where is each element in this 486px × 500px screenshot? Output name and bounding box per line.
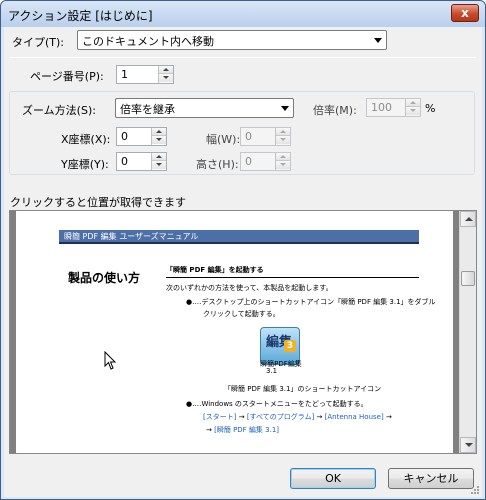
mouse-pointer-icon	[104, 351, 117, 370]
doc-title: 製品の使い方	[68, 271, 141, 285]
scale-label: 倍率(M):	[313, 104, 357, 117]
y-coord-label: Y座標(Y):	[61, 158, 109, 171]
chevron-down-icon	[281, 106, 289, 111]
doc-bullet-1: ●‥‥デスクトップ上のショートカットアイコン「瞬簡 PDF 編集 3.1」をダブ…	[186, 298, 436, 306]
page-number-stepper[interactable]: 1	[116, 65, 174, 84]
doc-section-title: 「瞬簡 PDF 編集」を起動する	[166, 266, 264, 274]
scale-stepper: 100	[366, 98, 421, 117]
type-select-value: このドキュメント内へ移動	[82, 35, 214, 48]
doc-path-line-1: [スタート] → [すべてのプログラム] → [Antenna House] →	[203, 412, 392, 422]
x-coord-value: 0	[121, 130, 128, 143]
page-number-label: ページ番号(P):	[30, 70, 104, 83]
width-value: 0	[245, 130, 252, 143]
window-title: アクション設定 [はじめに]	[8, 9, 153, 23]
stepper-buttons	[275, 128, 290, 145]
path-antenna-house: [Antenna House]	[324, 413, 384, 421]
doc-rule	[166, 277, 419, 278]
stepper-buttons	[151, 128, 166, 145]
path-arrow: →	[316, 413, 323, 421]
doc-bullet-2: ●‥‥Windows のスタートメニューをたどって起動する。	[186, 400, 368, 408]
doc-icon-note: 「瞬簡 PDF 編集 3.1」のショートカットアイコン	[224, 385, 382, 393]
scroll-up-button[interactable]	[460, 211, 476, 227]
increment-button	[276, 153, 290, 161]
decrement-button[interactable]	[152, 136, 166, 144]
cancel-button[interactable]: キャンセル	[388, 468, 474, 489]
increment-button[interactable]	[159, 66, 173, 74]
scroll-down-button[interactable]	[460, 437, 476, 453]
path-app: [瞬簡 PDF 編集 3.1]	[214, 426, 280, 434]
chevron-down-icon	[374, 38, 382, 43]
scale-value: 100	[371, 101, 392, 114]
path-start: [スタート]	[203, 413, 237, 421]
x-coord-stepper[interactable]: 0	[116, 127, 167, 146]
stepper-buttons	[158, 66, 173, 83]
app-icon-badge: 3	[284, 340, 296, 352]
scale-unit: %	[425, 102, 436, 115]
zoom-method-label: ズーム方法(S):	[22, 104, 96, 117]
y-coord-stepper[interactable]: 0	[116, 152, 167, 171]
action-settings-dialog: アクション設定 [はじめに] x タイプ(T): このドキュメント内へ移動 ペー…	[0, 0, 486, 500]
scroll-thumb[interactable]	[461, 271, 475, 286]
decrement-button[interactable]	[152, 161, 166, 169]
preview-page[interactable]: 瞬簡 PDF 編集 ユーザーズマニュアル 製品の使い方 「瞬簡 PDF 編集」を…	[16, 211, 453, 453]
page-number-value: 1	[121, 68, 128, 81]
width-label: 幅(W):	[206, 133, 241, 146]
doc-bullet-1-cont: クリックして起動する。	[203, 310, 280, 318]
type-label: タイプ(T):	[12, 36, 65, 49]
decrement-button	[406, 107, 420, 115]
increment-button	[406, 99, 420, 107]
decrement-button	[276, 136, 290, 144]
title-bar[interactable]: アクション設定 [はじめに] x	[1, 1, 485, 27]
width-stepper: 0	[240, 127, 291, 146]
path-arrow: →	[206, 426, 212, 434]
ok-button[interactable]: OK	[290, 468, 376, 489]
height-label: 高さ(H):	[196, 158, 239, 171]
close-button[interactable]: x	[451, 4, 479, 22]
height-value: 0	[245, 155, 252, 168]
preview-label: クリックすると位置が取得できます	[10, 196, 186, 209]
increment-button	[276, 128, 290, 136]
preview-scrollbar[interactable]	[459, 211, 476, 453]
stepper-buttons	[151, 153, 166, 170]
resize-grip-icon[interactable]	[469, 484, 480, 495]
dialog-body: タイプ(T): このドキュメント内へ移動 ページ番号(P): 1 ズーム方法(S…	[4, 27, 482, 497]
doc-header: 瞬簡 PDF 編集 ユーザーズマニュアル	[59, 230, 419, 244]
app-icon-version: 3.1	[266, 367, 278, 375]
app-icon-caption: 瞬簡PDF編集	[260, 360, 302, 368]
decrement-button	[276, 161, 290, 169]
increment-button[interactable]	[152, 128, 166, 136]
path-arrow: →	[238, 413, 245, 421]
height-stepper: 0	[240, 152, 291, 171]
zoom-method-value: 倍率を継承	[120, 103, 175, 116]
y-coord-value: 0	[121, 155, 128, 168]
path-arrow: →	[385, 413, 392, 421]
doc-path-line-2: → [瞬簡 PDF 編集 3.1]	[206, 425, 279, 435]
path-all-programs: [すべてのプログラム]	[246, 413, 315, 421]
stepper-buttons	[275, 153, 290, 170]
zoom-method-select[interactable]: 倍率を継承	[115, 98, 294, 118]
type-select[interactable]: このドキュメント内へ移動	[77, 30, 387, 50]
x-coord-label: X座標(X):	[61, 133, 111, 146]
stepper-buttons	[405, 99, 420, 116]
separator	[10, 57, 476, 58]
decrement-button[interactable]	[159, 74, 173, 82]
doc-intro: 次のいずれかの方法を使って、本製品を起動します。	[166, 284, 333, 292]
increment-button[interactable]	[152, 153, 166, 161]
page-preview[interactable]: 瞬簡 PDF 編集 ユーザーズマニュアル 製品の使い方 「瞬簡 PDF 編集」を…	[9, 210, 477, 454]
